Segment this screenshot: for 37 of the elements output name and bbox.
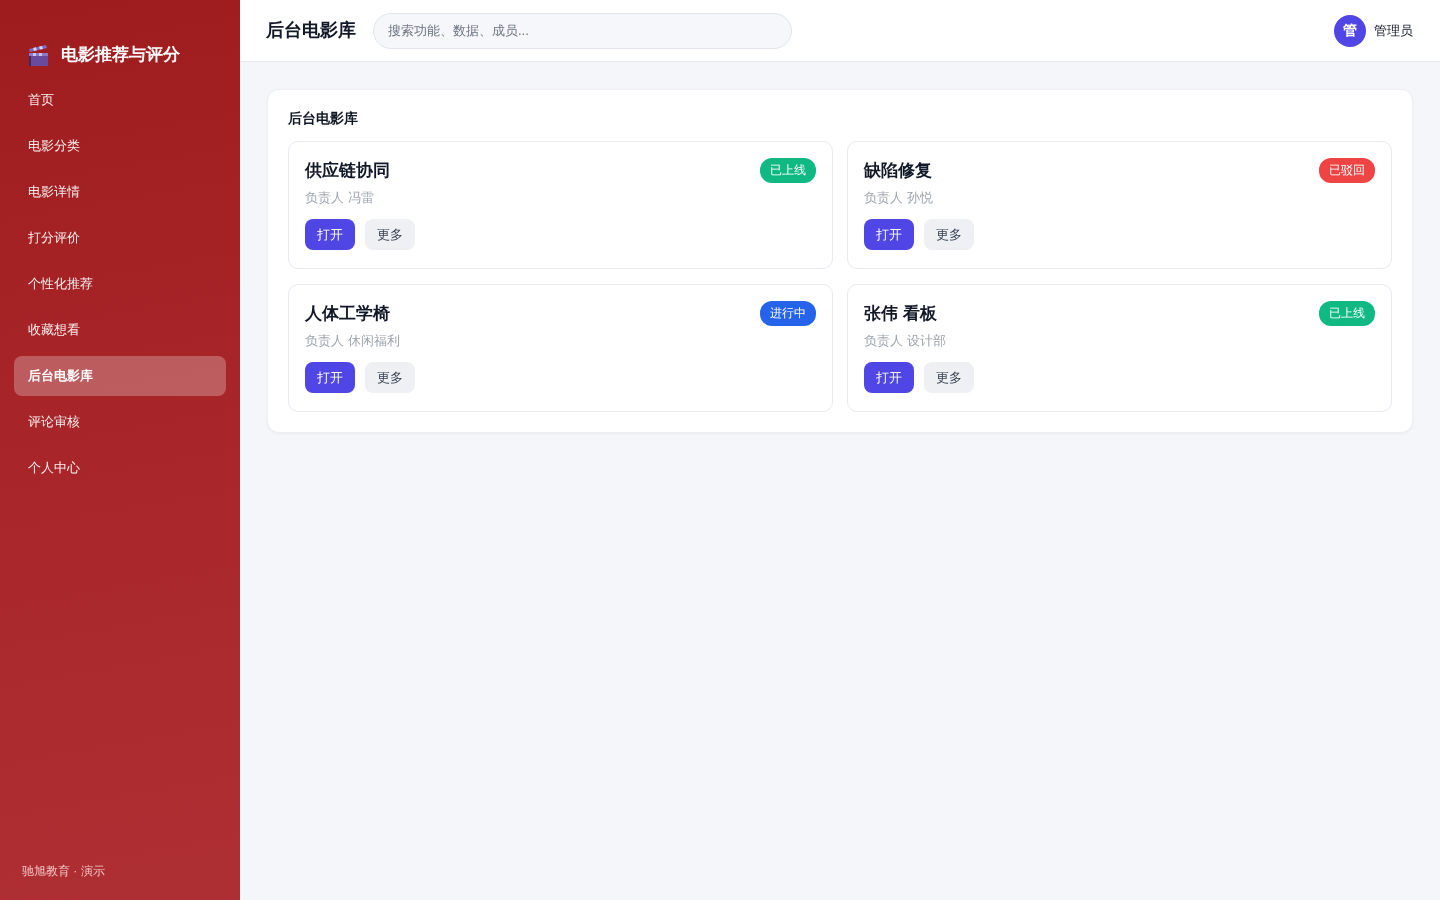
status-badge: 进行中 — [760, 300, 816, 326]
clapperboard-icon — [27, 43, 49, 66]
nav-item[interactable]: 电影详情 — [14, 172, 226, 212]
footer-text: 驰旭教育 · 演示 — [21, 863, 106, 880]
nav-item[interactable]: 后台电影库 — [14, 356, 226, 396]
nav-item[interactable]: 打分评价 — [14, 218, 226, 258]
brand-title: 电影推荐与评分 — [61, 43, 180, 66]
owner-text: 负责人 设计部 — [864, 331, 947, 350]
card-title: 供应链协同 — [305, 159, 390, 182]
owner-text: 负责人 休闲福利 — [305, 331, 401, 350]
panel-title: 后台电影库 — [288, 110, 359, 127]
more-button[interactable]: 更多 — [365, 361, 415, 393]
nav-item[interactable]: 电影分类 — [14, 126, 226, 166]
open-button[interactable]: 打开 — [305, 218, 355, 250]
open-button[interactable]: 打开 — [864, 361, 914, 393]
status-badge: 已驳回 — [1319, 157, 1375, 183]
status-badge: 已上线 — [1319, 300, 1375, 326]
nav-item[interactable]: 个人中心 — [14, 448, 226, 488]
more-button[interactable]: 更多 — [365, 218, 415, 250]
owner-text: 负责人 孙悦 — [864, 188, 934, 207]
more-button[interactable]: 更多 — [924, 218, 974, 250]
card-title: 人体工学椅 — [305, 302, 390, 325]
page-title: 后台电影库 — [266, 19, 356, 42]
nav-item[interactable]: 个性化推荐 — [14, 264, 226, 304]
nav-item[interactable]: 收藏想看 — [14, 310, 226, 350]
status-badge: 已上线 — [760, 157, 816, 183]
more-button[interactable]: 更多 — [924, 361, 974, 393]
user-name: 管理员 — [1374, 21, 1413, 40]
open-button[interactable]: 打开 — [864, 218, 914, 250]
card-title: 张伟 看板 — [864, 302, 937, 325]
open-button[interactable]: 打开 — [305, 361, 355, 393]
owner-text: 负责人 冯雷 — [305, 188, 375, 207]
nav-item[interactable]: 首页 — [14, 80, 226, 120]
user-avatar[interactable]: 管 — [1334, 14, 1366, 47]
search-field[interactable]: 搜索功能、数据、成员... — [373, 12, 792, 49]
card-title: 缺陷修复 — [864, 159, 932, 182]
nav-item[interactable]: 评论审核 — [14, 402, 226, 442]
